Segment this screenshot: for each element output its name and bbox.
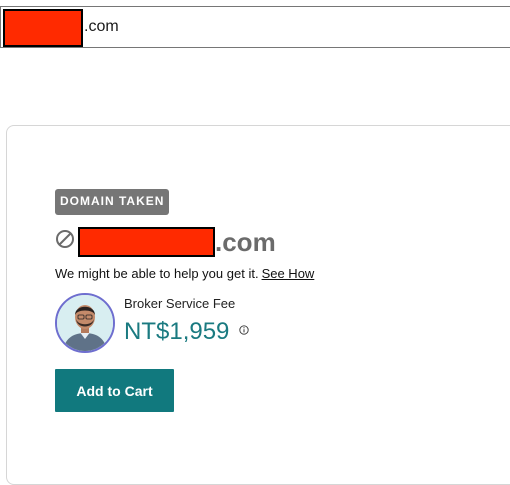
search-input-value: .com [84,18,119,35]
domain-tld: .com [215,227,276,257]
broker-avatar [55,293,115,353]
help-message: We might be able to help you get it. See … [55,266,314,281]
see-how-link[interactable]: See How [262,266,315,281]
domain-search-input[interactable]: .com [0,6,510,48]
help-text: We might be able to help you get it. [55,266,259,281]
broker-fee-label: Broker Service Fee [124,296,236,311]
person-icon [57,295,113,351]
taken-domain-name: .com [55,226,295,258]
domain-taken-badge: DOMAIN TAKEN [55,189,170,215]
add-to-cart-button[interactable]: Add to Cart [55,369,174,412]
info-icon[interactable] [239,325,249,335]
redacted-block [3,9,83,47]
slashed-circle-icon [56,230,74,248]
broker-fee-price: NT$1,959 [124,318,230,345]
redacted-block [78,227,215,257]
